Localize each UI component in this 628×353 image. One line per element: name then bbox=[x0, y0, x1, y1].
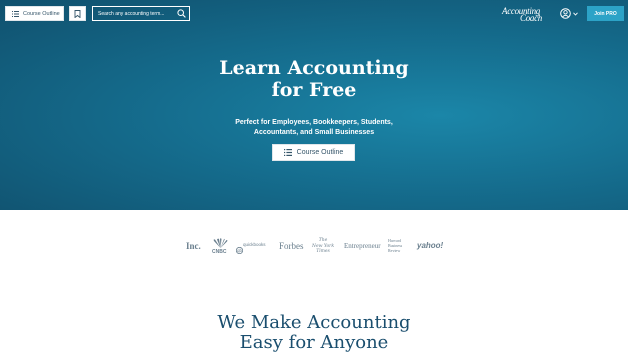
hero-course-outline-label: Course Outline bbox=[296, 149, 344, 156]
search-input[interactable] bbox=[98, 10, 176, 17]
chevron-down-icon bbox=[573, 11, 578, 16]
quickbooks-icon: qb bbox=[235, 247, 244, 255]
quickbooks-logo: qb quickbooks bbox=[235, 242, 266, 260]
hero-subtitle: Perfect for Employees, Bookkeepers, Stud… bbox=[0, 118, 628, 137]
press-logos: Inc. CNBC qb quickbooks Forbes The New Y… bbox=[0, 236, 628, 258]
bookmark-button[interactable] bbox=[69, 6, 86, 21]
user-icon bbox=[560, 8, 571, 19]
mission-heading: We Make Accounting Easy for Anyone bbox=[0, 313, 628, 353]
cnbc-logo: CNBC bbox=[211, 238, 230, 256]
quickbooks-text: quickbooks bbox=[243, 242, 266, 247]
course-outline-button[interactable]: Course Outline bbox=[5, 6, 64, 21]
inc-logo: Inc. bbox=[186, 241, 201, 251]
hbr-logo: Harvard Business Review bbox=[388, 238, 402, 253]
entrepreneur-logo: Entrepreneur bbox=[344, 242, 381, 250]
hero-subtitle-line-2: Accountants, and Small Businesses bbox=[253, 128, 375, 136]
search-box bbox=[92, 6, 190, 21]
user-menu[interactable] bbox=[560, 8, 578, 19]
peacock-icon bbox=[213, 238, 228, 248]
hero-course-outline-button[interactable]: Course Outline bbox=[272, 144, 355, 161]
mission-line-1: We Make Accounting bbox=[217, 312, 411, 333]
hero-subtitle-line-1: Perfect for Employees, Bookkeepers, Stud… bbox=[235, 119, 393, 126]
list-icon bbox=[283, 149, 292, 156]
hero-title-line-1: Learn Accounting bbox=[219, 57, 409, 79]
forbes-logo: Forbes bbox=[279, 241, 304, 251]
search-icon[interactable] bbox=[177, 9, 186, 18]
bookmark-icon bbox=[74, 9, 81, 18]
top-navigation: Course Outline Accounting Coach Join PRO bbox=[0, 0, 628, 28]
join-pro-button[interactable]: Join PRO bbox=[587, 6, 624, 21]
accountingcoach-logo[interactable]: Accounting Coach bbox=[500, 5, 550, 23]
logo-line-2: Coach bbox=[520, 13, 542, 23]
nyt-logo: The New York Times bbox=[312, 238, 334, 255]
cnbc-text: CNBC bbox=[212, 249, 227, 255]
mission-line-2: Easy for Anyone bbox=[239, 332, 389, 353]
list-icon bbox=[12, 10, 19, 17]
course-outline-label: Course Outline bbox=[23, 10, 60, 17]
nyt-line-3: Times bbox=[316, 249, 330, 254]
svg-text:qb: qb bbox=[237, 248, 243, 253]
hbr-line-3: Review bbox=[388, 247, 401, 253]
hero-title-line-2: for Free bbox=[271, 79, 357, 101]
yahoo-logo: yahoo! bbox=[417, 241, 444, 250]
hero-section bbox=[0, 0, 628, 210]
hero-title: Learn Accounting for Free bbox=[0, 57, 628, 101]
